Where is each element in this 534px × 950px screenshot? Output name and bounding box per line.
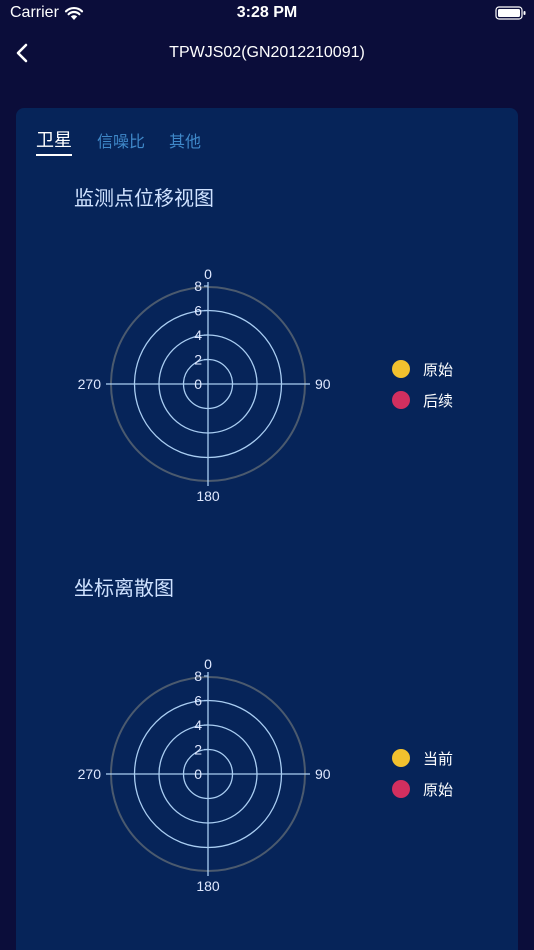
- polar-radius-label: 2: [194, 352, 202, 368]
- polar-chart-svg: 02468090180270: [78, 266, 331, 504]
- status-bar: Carrier 3:28 PM: [0, 0, 534, 28]
- tab-snr[interactable]: 信噪比: [97, 128, 145, 152]
- polar-angle-label: 0: [204, 266, 212, 282]
- polar-radius-label: 8: [194, 278, 202, 294]
- polar-radius-label: 2: [194, 742, 202, 758]
- polar-radius-label: 8: [194, 668, 202, 684]
- polar-angle-label: 0: [204, 656, 212, 672]
- content-card: 卫星 信噪比 其他 监测点位移视图 0 2 4 6 8 0 90 180 270 原始 后续 坐…: [16, 108, 518, 950]
- legend-marker: [392, 749, 410, 767]
- battery-icon: [495, 5, 527, 25]
- polar-radius-label: 4: [194, 327, 202, 343]
- legend-label: 原始: [423, 781, 454, 799]
- legend-item[interactable]: 后续: [392, 389, 512, 420]
- legend-label: 当前: [423, 750, 454, 768]
- legend-marker: [392, 780, 410, 798]
- navigation-bar: TPWJS02(GN2012210091): [0, 30, 534, 76]
- legend-label: 后续: [423, 392, 454, 410]
- polar-radius-label: 4: [194, 717, 202, 733]
- tab-satellite[interactable]: 卫星: [36, 126, 72, 152]
- legend-item[interactable]: 原始: [392, 358, 512, 389]
- chart-legend: 原始 后续: [392, 358, 512, 420]
- polar-chart: 0 2 4 6 8 0 90 180 270: [72, 644, 392, 904]
- polar-angle-label: 180: [196, 878, 220, 894]
- polar-chart-svg: 02468090180270: [78, 656, 331, 894]
- polar-chart: 0 2 4 6 8 0 90 180 270: [72, 254, 392, 514]
- page-title: TPWJS02(GN2012210091): [169, 44, 365, 61]
- legend-marker: [392, 391, 410, 409]
- polar-angle-label: 180: [196, 488, 220, 504]
- legend-marker: [392, 360, 410, 378]
- status-time: 3:28 PM: [236, 4, 298, 21]
- chart-legend: 当前 原始: [392, 747, 512, 809]
- legend-item[interactable]: 原始: [392, 778, 512, 809]
- legend-label: 原始: [423, 361, 454, 379]
- polar-angle-label: 90: [315, 766, 331, 782]
- polar-radius-label: 0: [194, 376, 202, 392]
- legend-item[interactable]: 当前: [392, 747, 512, 778]
- polar-angle-label: 270: [78, 766, 102, 782]
- active-tab-indicator: [36, 154, 72, 156]
- chart-title: 监测点位移视图: [74, 186, 214, 210]
- chart-title: 坐标离散图: [74, 576, 174, 600]
- polar-radius-label: 6: [194, 693, 202, 709]
- polar-angle-label: 90: [315, 376, 331, 392]
- polar-angle-label: 270: [78, 376, 102, 392]
- polar-radius-label: 6: [194, 303, 202, 319]
- tab-other[interactable]: 其他: [169, 128, 201, 152]
- polar-radius-label: 0: [194, 766, 202, 782]
